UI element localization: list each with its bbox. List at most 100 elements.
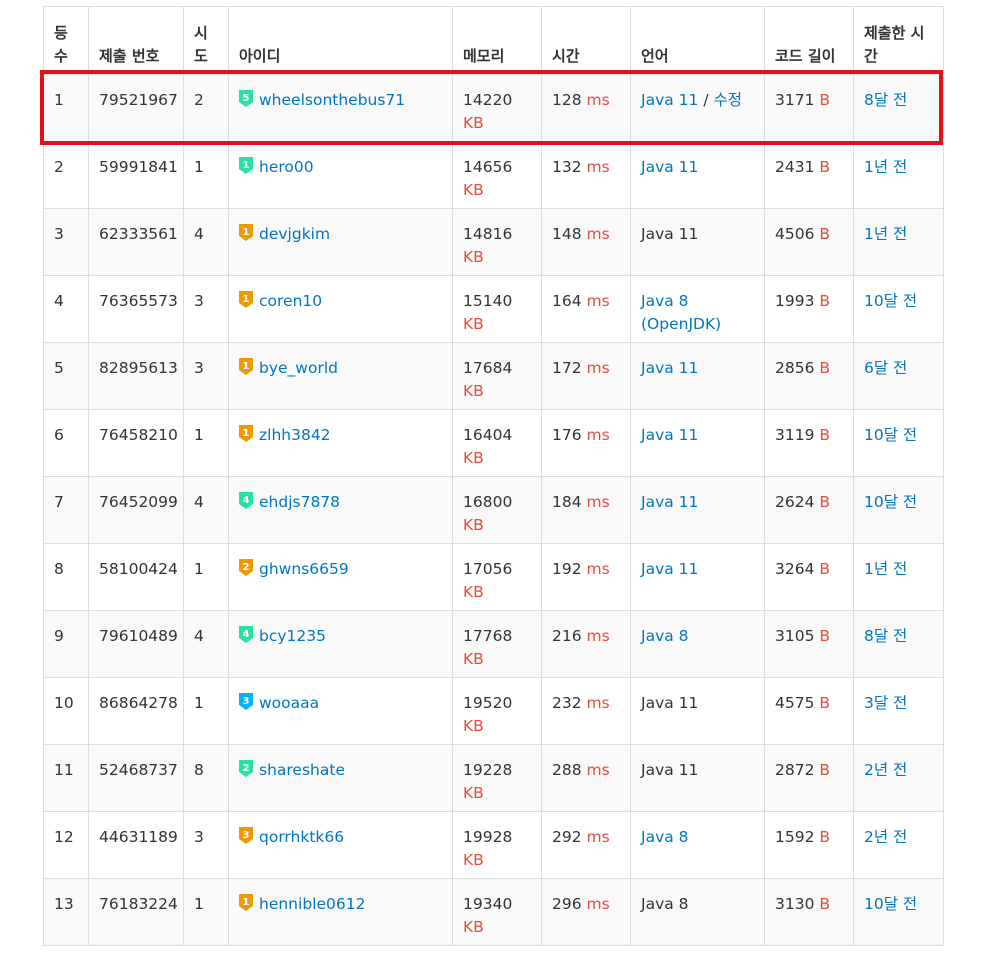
rank-cell: 3 — [43, 208, 89, 276]
language-link: Java 11 — [641, 694, 699, 712]
language-link[interactable]: Java 11 — [641, 560, 698, 578]
tier-badge-icon: 1 — [239, 425, 253, 442]
svg-text:1: 1 — [243, 294, 250, 305]
user-cell: 2 ghwns6659 — [228, 543, 453, 611]
memory-unit: KB — [463, 918, 484, 936]
memory-value: 15140 — [463, 292, 513, 310]
submitted-at-cell: 10달 전 — [853, 275, 944, 343]
user-link[interactable]: hennible0612 — [259, 895, 365, 913]
table-row: 1 79521967 2 5 wheelsonthebus71 14220 KB 128 m… — [43, 74, 944, 142]
user-link[interactable]: qorrhktk66 — [259, 828, 344, 846]
svg-text:2: 2 — [243, 763, 250, 774]
user-cell: 1 hero00 — [228, 141, 453, 209]
time-value: 164 — [552, 292, 582, 310]
tier-badge-icon: 3 — [239, 827, 253, 844]
user-link[interactable]: zlhh3842 — [259, 426, 331, 444]
user-link[interactable]: bcy1235 — [259, 627, 326, 645]
time-unit: ms — [586, 426, 610, 444]
code-length-cell: 2624 B — [764, 476, 854, 544]
rank-cell: 2 — [43, 141, 89, 209]
submitted-at-link[interactable]: 3달 전 — [864, 694, 907, 712]
length-value: 2872 — [775, 761, 815, 779]
code-length-cell: 3119 B — [764, 409, 854, 477]
time-value: 296 — [552, 895, 582, 913]
time-cell: 132 ms — [541, 141, 631, 209]
user-link[interactable]: hero00 — [259, 158, 314, 176]
language-cell: Java 11 — [630, 409, 765, 477]
table-row: 6 76458210 1 1 zlhh3842 16404 KB 176 ms Java 11… — [43, 409, 944, 477]
submitted-at-link[interactable]: 8달 전 — [864, 627, 907, 645]
edit-separator: / — [698, 91, 714, 109]
memory-value: 14656 — [463, 158, 513, 176]
user-link[interactable]: ghwns6659 — [259, 560, 349, 578]
length-value: 1993 — [775, 292, 815, 310]
time-unit: ms — [586, 895, 610, 913]
length-unit: B — [819, 694, 831, 712]
code-length-cell: 2431 B — [764, 141, 854, 209]
header-code-length: 코드 길이 — [764, 6, 854, 75]
submitted-at-link[interactable]: 6달 전 — [864, 359, 907, 377]
time-cell: 296 ms — [541, 878, 631, 946]
language-link[interactable]: Java 11 — [641, 493, 698, 511]
language-link[interactable]: Java 11 — [641, 426, 698, 444]
edit-link[interactable]: 수정 — [713, 91, 742, 109]
tier-badge-icon: 3 — [239, 693, 253, 710]
memory-cell: 14656 KB — [452, 141, 542, 209]
user-cell: 1 hennible0612 — [228, 878, 453, 946]
memory-unit: KB — [463, 717, 484, 735]
tier-badge-icon: 5 — [239, 90, 253, 107]
language-link[interactable]: Java 11 — [641, 359, 698, 377]
language-link[interactable]: Java 11 — [641, 158, 698, 176]
header-user: 아이디 — [228, 6, 453, 75]
length-unit: B — [819, 761, 831, 779]
language-link[interactable]: Java 8 — [641, 627, 689, 645]
language-link: Java 11 — [641, 761, 699, 779]
time-value: 292 — [552, 828, 582, 846]
user-link[interactable]: shareshate — [259, 761, 345, 779]
submitted-at-link[interactable]: 1년 전 — [864, 158, 907, 176]
attempts-cell: 1 — [183, 141, 229, 209]
language-link: Java 11 — [641, 225, 699, 243]
submitted-at-link[interactable]: 1년 전 — [864, 560, 907, 578]
language-link[interactable]: Java 8 (OpenJDK) — [641, 292, 721, 333]
memory-cell: 14816 KB — [452, 208, 542, 276]
length-value: 2856 — [775, 359, 815, 377]
attempts-cell: 1 — [183, 543, 229, 611]
submitted-at-link[interactable]: 10달 전 — [864, 426, 917, 444]
header-attempts: 시 도 — [183, 6, 229, 75]
submitted-at-cell: 10달 전 — [853, 476, 944, 544]
memory-cell: 17056 KB — [452, 543, 542, 611]
user-link[interactable]: coren10 — [259, 292, 322, 310]
length-unit: B — [819, 828, 831, 846]
submitted-at-cell: 8달 전 — [853, 610, 944, 678]
user-link[interactable]: devjgkim — [259, 225, 330, 243]
header-language: 언어 — [630, 6, 765, 75]
submission-id-cell: 76183224 — [88, 878, 184, 946]
user-cell: 1 zlhh3842 — [228, 409, 453, 477]
rank-cell: 4 — [43, 275, 89, 343]
time-unit: ms — [586, 493, 610, 511]
length-value: 3105 — [775, 627, 815, 645]
submitted-at-link[interactable]: 8달 전 — [864, 91, 907, 109]
language-cell: Java 8 — [630, 811, 765, 879]
submission-id-cell: 82895613 — [88, 342, 184, 410]
submitted-at-link[interactable]: 2년 전 — [864, 761, 907, 779]
memory-unit: KB — [463, 315, 484, 333]
length-unit: B — [819, 91, 831, 109]
length-value: 4506 — [775, 225, 815, 243]
user-link[interactable]: wheelsonthebus71 — [259, 91, 405, 109]
user-link[interactable]: ehdjs7878 — [259, 493, 340, 511]
time-value: 128 — [552, 91, 582, 109]
user-link[interactable]: bye_world — [259, 359, 338, 377]
submitted-at-link[interactable]: 1년 전 — [864, 225, 907, 243]
language-cell: Java 8 — [630, 878, 765, 946]
submitted-at-link[interactable]: 10달 전 — [864, 292, 917, 310]
submitted-at-link[interactable]: 10달 전 — [864, 493, 917, 511]
submitted-at-link[interactable]: 10달 전 — [864, 895, 917, 913]
user-link[interactable]: wooaaa — [259, 694, 319, 712]
submitted-at-link[interactable]: 2년 전 — [864, 828, 907, 846]
language-link[interactable]: Java 11 — [641, 91, 698, 109]
svg-text:3: 3 — [243, 696, 250, 707]
rank-cell: 6 — [43, 409, 89, 477]
language-link[interactable]: Java 8 — [641, 828, 689, 846]
